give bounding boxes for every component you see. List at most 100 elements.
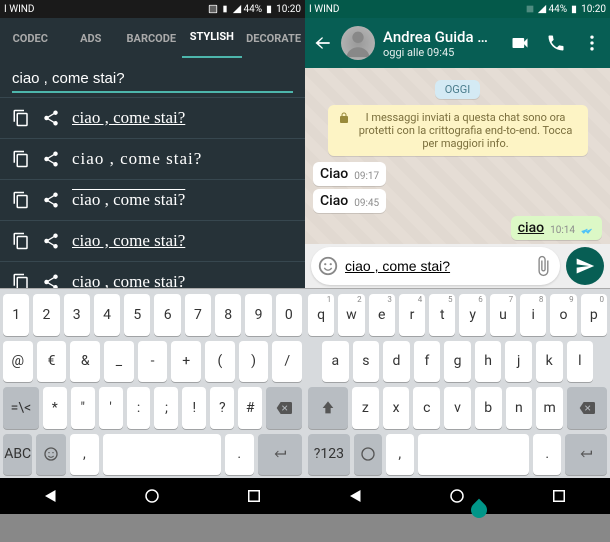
- key-squote[interactable]: ': [99, 387, 123, 429]
- attach-button[interactable]: [532, 255, 554, 277]
- avatar[interactable]: [341, 26, 375, 60]
- key-emoji[interactable]: [354, 434, 382, 476]
- key-comma[interactable]: ,: [70, 434, 99, 476]
- key-c[interactable]: c: [413, 387, 440, 429]
- nav-recent-icon[interactable]: [550, 487, 568, 505]
- compose-input[interactable]: [339, 258, 532, 274]
- key-e[interactable]: 3e: [369, 294, 395, 336]
- key-bang[interactable]: !: [182, 387, 206, 429]
- key-space[interactable]: [103, 434, 220, 476]
- key-amp[interactable]: &: [70, 341, 100, 383]
- key-0[interactable]: 0: [276, 294, 302, 336]
- call-button[interactable]: [546, 33, 566, 53]
- key-i[interactable]: 8i: [520, 294, 546, 336]
- key-shift[interactable]: [308, 387, 348, 429]
- style-row[interactable]: ciao , come stai?: [0, 261, 305, 288]
- key-under[interactable]: _: [104, 341, 134, 383]
- nav-home-icon[interactable]: [448, 487, 466, 505]
- key-x[interactable]: x: [383, 387, 410, 429]
- key-period[interactable]: .: [225, 434, 254, 476]
- key-b[interactable]: b: [475, 387, 502, 429]
- key-dash[interactable]: -: [138, 341, 168, 383]
- encryption-notice[interactable]: I messaggi inviati a questa chat sono or…: [328, 105, 588, 156]
- key-plus[interactable]: +: [171, 341, 201, 383]
- key-comma[interactable]: ,: [386, 434, 414, 476]
- key-w[interactable]: 2w: [338, 294, 364, 336]
- key-q[interactable]: 1q: [308, 294, 334, 336]
- key-4[interactable]: 4: [94, 294, 120, 336]
- key-rparen[interactable]: ): [239, 341, 269, 383]
- message-in[interactable]: Ciao 09:45: [313, 189, 386, 213]
- style-list[interactable]: ciao , come stai? ciao , come stai? ciao…: [0, 97, 305, 288]
- key-euro[interactable]: €: [37, 341, 67, 383]
- key-s[interactable]: s: [353, 341, 380, 383]
- key-alt-symbols[interactable]: =\<: [3, 387, 39, 429]
- key-enter[interactable]: [565, 434, 607, 476]
- share-icon[interactable]: [42, 191, 60, 209]
- key-backspace[interactable]: [567, 387, 607, 429]
- key-u[interactable]: 7u: [490, 294, 516, 336]
- tab-ads[interactable]: ADS: [61, 32, 122, 45]
- back-button[interactable]: [313, 33, 333, 53]
- key-colon[interactable]: :: [127, 387, 151, 429]
- key-z[interactable]: z: [352, 387, 379, 429]
- share-icon[interactable]: [42, 273, 60, 288]
- tab-decorate[interactable]: DECORATE: [242, 32, 305, 45]
- key-hash[interactable]: #: [238, 387, 262, 429]
- key-n[interactable]: n: [506, 387, 533, 429]
- tab-stylish[interactable]: STYLISH: [182, 18, 243, 58]
- text-input[interactable]: [12, 66, 293, 93]
- key-symbols-mode[interactable]: ?123: [308, 434, 350, 476]
- key-enter[interactable]: [258, 434, 302, 476]
- copy-icon[interactable]: [12, 109, 30, 127]
- emoji-button[interactable]: [317, 255, 339, 277]
- key-7[interactable]: 7: [185, 294, 211, 336]
- key-dquote[interactable]: ": [71, 387, 95, 429]
- tab-barcode[interactable]: BARCODE: [121, 32, 182, 45]
- key-9[interactable]: 9: [245, 294, 271, 336]
- copy-icon[interactable]: [12, 150, 30, 168]
- contact-info[interactable]: Andrea Guida Gui… oggi alle 09:45: [383, 28, 494, 59]
- share-icon[interactable]: [42, 232, 60, 250]
- key-r[interactable]: 4r: [399, 294, 425, 336]
- key-m[interactable]: m: [536, 387, 563, 429]
- key-6[interactable]: 6: [154, 294, 180, 336]
- key-2[interactable]: 2: [33, 294, 59, 336]
- style-row[interactable]: ciao , come stai?: [0, 138, 305, 179]
- share-icon[interactable]: [42, 109, 60, 127]
- message-in[interactable]: Ciao 09:17: [313, 162, 386, 186]
- key-p[interactable]: 0p: [581, 294, 607, 336]
- key-5[interactable]: 5: [124, 294, 150, 336]
- key-j[interactable]: j: [505, 341, 532, 383]
- copy-icon[interactable]: [12, 191, 30, 209]
- key-t[interactable]: 5t: [429, 294, 455, 336]
- copy-icon[interactable]: [12, 273, 30, 288]
- key-semi[interactable]: ;: [154, 387, 178, 429]
- key-space[interactable]: [418, 434, 530, 476]
- key-period[interactable]: .: [533, 434, 561, 476]
- message-out[interactable]: ciao 10:14: [511, 216, 602, 240]
- copy-icon[interactable]: [12, 232, 30, 250]
- key-a[interactable]: a: [322, 341, 349, 383]
- key-at[interactable]: @: [3, 341, 33, 383]
- key-lparen[interactable]: (: [205, 341, 235, 383]
- style-row[interactable]: ciao , come stai?: [0, 97, 305, 138]
- key-qmark[interactable]: ?: [210, 387, 234, 429]
- key-k[interactable]: k: [536, 341, 563, 383]
- key-3[interactable]: 3: [64, 294, 90, 336]
- key-8[interactable]: 8: [215, 294, 241, 336]
- key-slash[interactable]: /: [272, 341, 302, 383]
- key-1[interactable]: 1: [3, 294, 29, 336]
- send-button[interactable]: [566, 247, 604, 285]
- nav-back-icon[interactable]: [42, 487, 60, 505]
- key-star[interactable]: *: [43, 387, 67, 429]
- key-d[interactable]: d: [383, 341, 410, 383]
- tab-codec[interactable]: CODEC: [0, 32, 61, 45]
- key-f[interactable]: f: [414, 341, 441, 383]
- key-o[interactable]: 9o: [550, 294, 576, 336]
- nav-back-icon[interactable]: [347, 487, 365, 505]
- key-g[interactable]: g: [444, 341, 471, 383]
- key-h[interactable]: h: [475, 341, 502, 383]
- key-y[interactable]: 6y: [459, 294, 485, 336]
- menu-button[interactable]: [582, 33, 602, 53]
